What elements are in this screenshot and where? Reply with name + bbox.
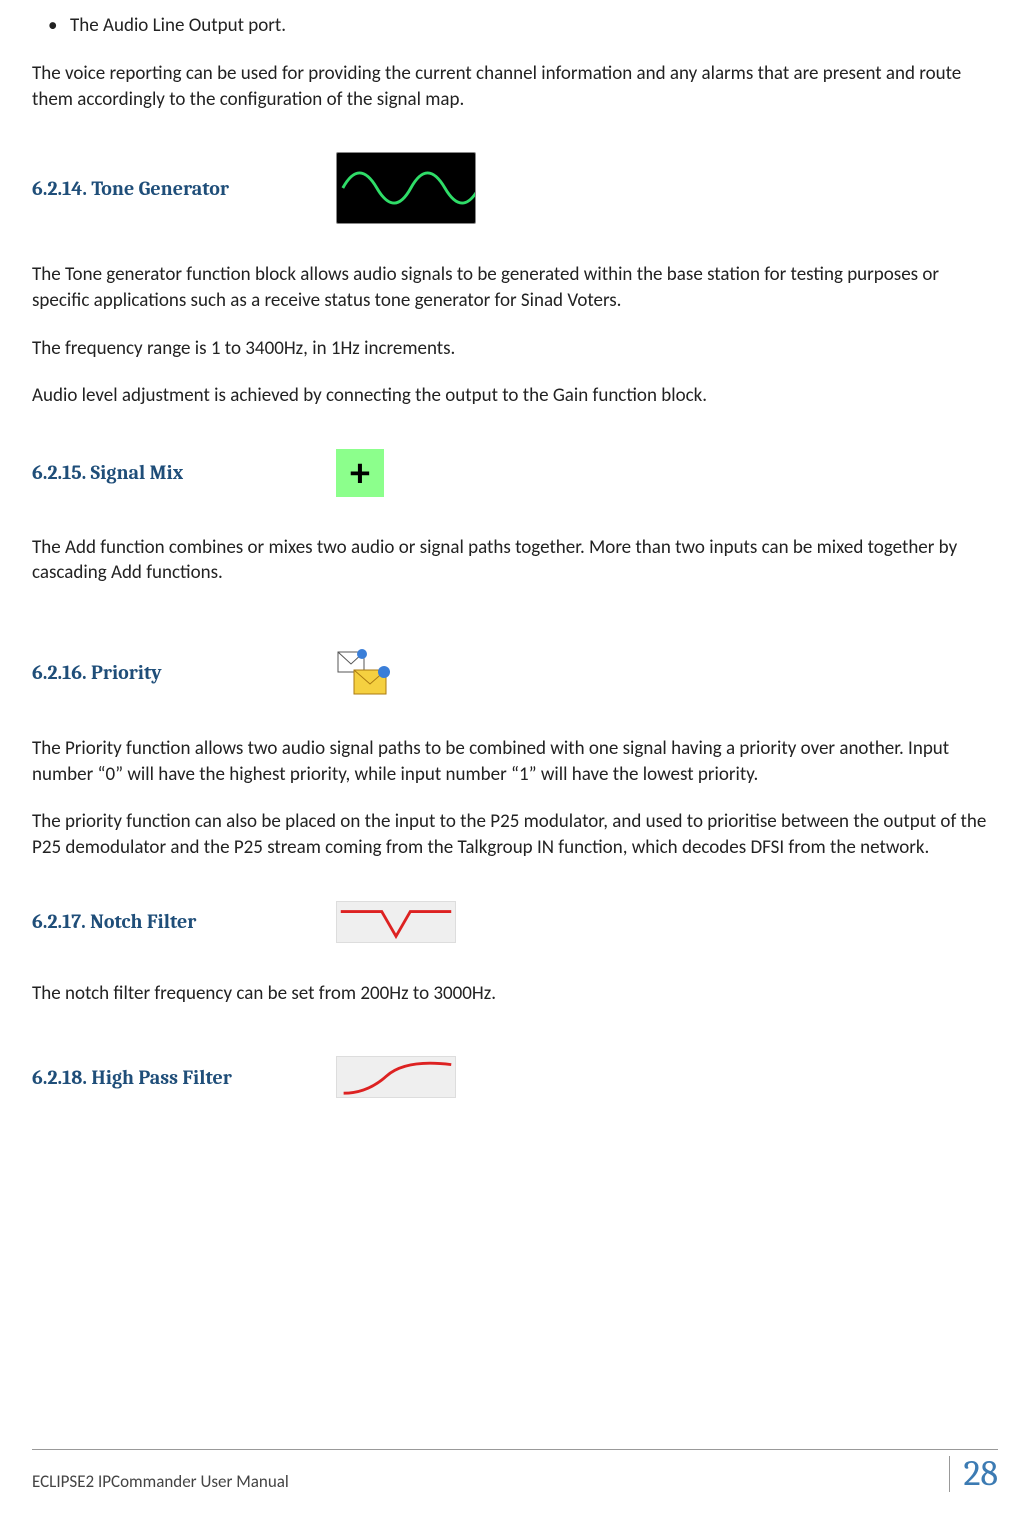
page-number: 28 <box>949 1456 998 1492</box>
tone-generator-p2: The frequency range is 1 to 3400Hz, in 1… <box>32 336 998 362</box>
heading-notch-filter: 6.2.17. Notch Filter <box>32 910 272 933</box>
bullet-list: The Audio Line Output port. <box>32 14 998 37</box>
plus-icon: + <box>336 449 384 497</box>
footer-title: ECLIPSE2 IPCommander User Manual <box>32 1471 289 1492</box>
sine-wave-icon <box>336 152 476 224</box>
heading-priority: 6.2.16. Priority <box>32 661 272 684</box>
high-pass-filter-icon <box>336 1056 456 1098</box>
page-footer: ECLIPSE2 IPCommander User Manual 28 <box>32 1449 998 1492</box>
notch-filter-icon <box>336 901 456 943</box>
priority-p2: The priority function can also be placed… <box>32 809 998 860</box>
priority-p1: The Priority function allows two audio s… <box>32 736 998 787</box>
notch-filter-p1: The notch filter frequency can be set fr… <box>32 981 998 1007</box>
heading-tone-generator: 6.2.14. Tone Generator <box>32 177 272 200</box>
heading-high-pass: 6.2.18. High Pass Filter <box>32 1066 272 1089</box>
intro-paragraph: The voice reporting can be used for prov… <box>32 61 998 112</box>
heading-signal-mix: 6.2.15. Signal Mix <box>32 461 272 484</box>
bullet-item: The Audio Line Output port. <box>70 14 998 37</box>
signal-mix-p1: The Add function combines or mixes two a… <box>32 535 998 586</box>
envelope-priority-icon <box>336 646 392 698</box>
tone-generator-p3: Audio level adjustment is achieved by co… <box>32 383 998 409</box>
tone-generator-p1: The Tone generator function block allows… <box>32 262 998 313</box>
